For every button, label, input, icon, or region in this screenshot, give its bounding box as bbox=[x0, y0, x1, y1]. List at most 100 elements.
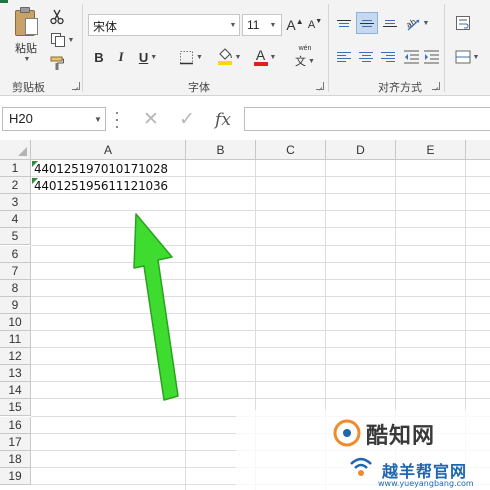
row-gridline bbox=[31, 210, 490, 212]
watermark-title: 酷知网 bbox=[366, 424, 436, 449]
borders-dropdown-icon: ▼ bbox=[196, 53, 203, 61]
borders-icon bbox=[180, 50, 194, 64]
cancel-button[interactable]: ✕ bbox=[138, 109, 164, 131]
align-left-button[interactable] bbox=[334, 46, 354, 68]
decrease-indent-button[interactable] bbox=[402, 46, 420, 68]
underline-button[interactable]: U ▼ bbox=[134, 46, 162, 68]
row-gridline bbox=[31, 227, 490, 229]
row-header-11[interactable]: 11 bbox=[0, 331, 31, 349]
column-header-c[interactable]: C bbox=[256, 140, 326, 160]
row-header-10[interactable]: 10 bbox=[0, 313, 31, 331]
row-header-18[interactable]: 18 bbox=[0, 450, 31, 468]
middle-align-icon bbox=[360, 19, 374, 27]
row-header-5[interactable]: 5 bbox=[0, 228, 31, 246]
column-header-b[interactable]: B bbox=[186, 140, 256, 160]
cell-a1[interactable]: 440125197010171028 bbox=[34, 161, 168, 178]
shrink-font-button[interactable]: A ▼ bbox=[306, 14, 324, 36]
italic-button[interactable]: I bbox=[112, 46, 130, 68]
borders-button[interactable]: ▼ bbox=[176, 46, 206, 68]
row-gridline bbox=[31, 312, 490, 314]
worksheet-grid[interactable]: A B C D E 1 2 3 4 5 6 7 8 9 10 11 12 13 14 15 16 17 18 19 … bbox=[0, 140, 490, 490]
font-color-button[interactable]: A ▼ bbox=[250, 46, 280, 68]
font-size-dropdown-icon[interactable]: ▼ bbox=[266, 14, 280, 36]
row-gridline bbox=[31, 244, 490, 246]
align-center-button[interactable] bbox=[356, 46, 376, 68]
top-align-button[interactable] bbox=[334, 12, 354, 34]
row-header-8[interactable]: 8 bbox=[0, 279, 31, 297]
fill-color-button[interactable]: ▼ bbox=[214, 46, 244, 68]
orientation-dropdown-icon: ▼ bbox=[422, 19, 430, 27]
bottom-align-button[interactable] bbox=[380, 12, 400, 34]
row-header-3[interactable]: 3 bbox=[0, 194, 31, 212]
merge-icon bbox=[455, 50, 471, 64]
paste-button[interactable]: 粘贴 ▼ bbox=[6, 4, 46, 66]
wrap-text-button[interactable] bbox=[452, 12, 474, 34]
column-header-partial[interactable] bbox=[466, 140, 490, 160]
watermark-wifi-icon bbox=[350, 457, 372, 476]
row-gridline bbox=[31, 398, 490, 400]
phonetic-label: wén bbox=[298, 45, 312, 52]
fill-color-dropdown-icon: ▼ bbox=[234, 53, 242, 61]
enter-button[interactable]: ✓ bbox=[174, 109, 200, 131]
copy-icon bbox=[50, 33, 65, 47]
name-box-dropdown-icon[interactable]: ▼ bbox=[90, 107, 106, 131]
error-indicator-a1 bbox=[32, 161, 38, 167]
merge-dropdown-icon: ▼ bbox=[472, 53, 480, 61]
row-header-4[interactable]: 4 bbox=[0, 211, 31, 229]
alignment-dialog-launcher-icon[interactable] bbox=[432, 82, 440, 90]
increase-indent-button[interactable] bbox=[422, 46, 440, 68]
watermark-url: www.yueyangbang.com bbox=[378, 479, 474, 488]
insert-function-button[interactable]: fx bbox=[210, 108, 236, 132]
row-gridline bbox=[31, 295, 490, 297]
copy-button[interactable]: ▼ bbox=[48, 31, 76, 49]
ribbon: 粘贴 ▼ ▼ 剪贴板 宋体 ▼ 11 ▼ A ▲ A ▼ B I U ▼ ▼ ▼… bbox=[0, 0, 490, 96]
bold-button[interactable]: B bbox=[90, 46, 108, 68]
align-right-button[interactable] bbox=[378, 46, 398, 68]
formula-input[interactable] bbox=[244, 107, 490, 131]
row-header-12[interactable]: 12 bbox=[0, 348, 31, 366]
row-header-16[interactable]: 16 bbox=[0, 416, 31, 434]
clipboard-dialog-launcher-icon[interactable] bbox=[72, 82, 80, 90]
format-painter-icon bbox=[50, 56, 64, 70]
row-header-1[interactable]: 1 bbox=[0, 160, 31, 178]
merge-center-button[interactable]: ▼ bbox=[452, 46, 482, 68]
row-header-7[interactable]: 7 bbox=[0, 262, 31, 280]
font-color-icon: A bbox=[255, 47, 266, 63]
row-header-15[interactable]: 15 bbox=[0, 399, 31, 417]
row-header-19[interactable]: 19 bbox=[0, 467, 31, 485]
wrap-text-icon bbox=[456, 16, 470, 30]
row-header-9[interactable]: 9 bbox=[0, 296, 31, 314]
column-header-d[interactable]: D bbox=[326, 140, 396, 160]
select-all-button[interactable] bbox=[0, 140, 31, 160]
phonetic-guide-button[interactable]: wén 文 ▼ bbox=[290, 44, 320, 70]
annotation-arrow bbox=[133, 213, 179, 401]
grow-font-button[interactable]: A ▲ bbox=[286, 14, 304, 36]
shrink-font-icon: A bbox=[307, 19, 316, 31]
row-header-14[interactable]: 14 bbox=[0, 382, 31, 400]
row-gridline bbox=[31, 381, 490, 383]
row-header-17[interactable]: 17 bbox=[0, 433, 31, 451]
bottom-align-icon bbox=[383, 19, 397, 27]
font-color-dropdown-icon: ▼ bbox=[269, 53, 277, 61]
column-header-e[interactable]: E bbox=[396, 140, 466, 160]
cell-a2[interactable]: 440125195611121036 bbox=[34, 178, 168, 195]
font-dialog-launcher-icon[interactable] bbox=[316, 82, 324, 90]
orientation-button[interactable]: ab ▼ bbox=[402, 12, 432, 34]
align-center-icon bbox=[359, 52, 373, 62]
font-name-dropdown-icon[interactable]: ▼ bbox=[226, 14, 240, 36]
increase-indent-icon bbox=[423, 50, 439, 64]
font-name-box[interactable]: 宋体 bbox=[88, 14, 240, 36]
column-header-a[interactable]: A bbox=[31, 140, 186, 160]
format-painter-button[interactable] bbox=[48, 54, 66, 72]
cut-button[interactable] bbox=[48, 8, 66, 26]
middle-align-button[interactable] bbox=[356, 12, 378, 34]
font-group-label: 字体 bbox=[188, 81, 210, 94]
watermark-logo-icon bbox=[333, 419, 361, 447]
annotation-arrow-shape bbox=[133, 213, 179, 401]
row-header-13[interactable]: 13 bbox=[0, 365, 31, 383]
underline-label: U bbox=[138, 49, 149, 65]
row-header-2[interactable]: 2 bbox=[0, 177, 31, 195]
file-tab-edge[interactable] bbox=[0, 0, 8, 3]
formula-bar-grip-icon[interactable] bbox=[116, 112, 120, 128]
row-header-6[interactable]: 6 bbox=[0, 245, 31, 263]
